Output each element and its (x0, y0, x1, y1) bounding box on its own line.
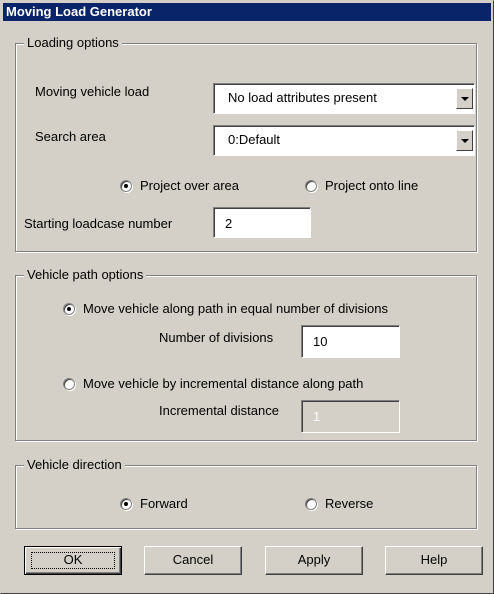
incremental-distance-radio[interactable] (63, 378, 75, 390)
focus-rectangle (31, 552, 115, 569)
number-of-divisions-label: Number of divisions (159, 330, 274, 345)
ok-button[interactable]: OK (24, 546, 122, 575)
incremental-distance-value: 1 (313, 409, 321, 424)
project-over-area-label[interactable]: Project over area (140, 178, 239, 194)
radio-selected-dot (124, 184, 128, 188)
window-title: Moving Load Generator (6, 4, 152, 19)
moving-vehicle-load-dropdown-button[interactable] (456, 88, 473, 109)
incremental-distance-label: Incremental distance (159, 403, 279, 418)
search-area-select[interactable]: 0:Default (213, 125, 475, 156)
project-over-area-radio[interactable] (120, 180, 132, 192)
vehicle-direction-legend: Vehicle direction (24, 457, 125, 473)
reverse-label[interactable]: Reverse (325, 496, 373, 512)
incremental-distance-input: 1 (301, 400, 400, 433)
equal-divisions-label[interactable]: Move vehicle along path in equal number … (83, 301, 388, 317)
radio-selected-dot (67, 307, 71, 311)
vehicle-direction-group: Vehicle direction Forward Reverse (15, 457, 477, 529)
help-button[interactable]: Help (385, 546, 483, 575)
reverse-radio[interactable] (305, 498, 317, 510)
search-area-value: 0:Default (228, 132, 281, 147)
moving-vehicle-load-label: Moving vehicle load (35, 84, 150, 99)
number-of-divisions-input[interactable]: 10 (301, 325, 400, 358)
vehicle-path-options-legend: Vehicle path options (24, 267, 147, 283)
number-of-divisions-value: 10 (313, 334, 328, 349)
search-area-label: Search area (35, 129, 106, 144)
loading-options-legend: Loading options (24, 35, 122, 51)
moving-load-generator-dialog: Moving Load Generator Loading options Mo… (0, 0, 494, 594)
title-bar[interactable]: Moving Load Generator (3, 3, 491, 21)
project-onto-line-radio[interactable] (305, 180, 317, 192)
forward-radio[interactable] (120, 498, 132, 510)
loading-options-group: Loading options Moving vehicle load No l… (15, 35, 477, 252)
moving-vehicle-load-value: No load attributes present (228, 90, 377, 105)
starting-loadcase-label: Starting loadcase number (24, 216, 173, 231)
starting-loadcase-input[interactable]: 2 (213, 207, 311, 238)
radio-selected-dot (124, 502, 128, 506)
vehicle-path-options-group: Vehicle path options Move vehicle along … (15, 267, 477, 441)
search-area-dropdown-button[interactable] (456, 130, 473, 151)
moving-vehicle-load-select[interactable]: No load attributes present (213, 83, 475, 114)
chevron-down-icon (461, 97, 469, 101)
chevron-down-icon (461, 139, 469, 143)
incremental-distance-option-label[interactable]: Move vehicle by incremental distance alo… (83, 376, 363, 392)
cancel-button[interactable]: Cancel (144, 546, 242, 575)
starting-loadcase-value: 2 (225, 216, 233, 231)
forward-label[interactable]: Forward (140, 496, 188, 512)
apply-button[interactable]: Apply (265, 546, 363, 575)
apply-button-label: Apply (297, 552, 331, 567)
project-onto-line-label[interactable]: Project onto line (325, 178, 418, 194)
cancel-button-label: Cancel (172, 552, 214, 567)
help-button-label: Help (420, 552, 448, 567)
equal-divisions-radio[interactable] (63, 303, 75, 315)
